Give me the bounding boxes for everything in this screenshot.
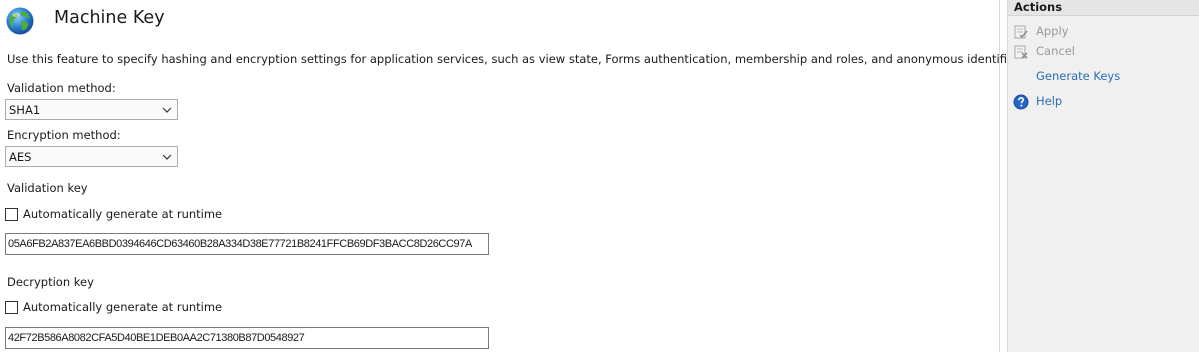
pane-divider[interactable] [999, 0, 1000, 352]
checkbox-box[interactable] [5, 301, 18, 314]
generate-keys-label: Generate Keys [1036, 69, 1121, 83]
decryption-key-auto-generate-label: Automatically generate at runtime [23, 300, 223, 314]
decryption-key-value: 42F72B586A8082CFA5D40BE1DEB0AA2C71380B87… [8, 332, 305, 344]
cancel-label: Cancel [1036, 44, 1075, 58]
help-label: Help [1036, 94, 1063, 108]
validation-method-value: SHA1 [9, 103, 41, 117]
validation-method-label: Validation method: [7, 81, 116, 95]
feature-description: Use this feature to specify hashing and … [7, 52, 1046, 66]
actions-header: Actions [1008, 0, 1199, 16]
apply-label: Apply [1036, 24, 1069, 38]
cancel-icon [1014, 45, 1028, 59]
validation-key-label: Validation key [7, 181, 88, 195]
actions-title: Actions [1014, 0, 1063, 14]
cancel-action[interactable]: Cancel [1008, 42, 1199, 62]
encryption-method-label: Encryption method: [7, 128, 121, 142]
help-action[interactable]: Help [1008, 92, 1199, 112]
globe-icon [6, 7, 34, 35]
validation-method-select[interactable]: SHA1 [5, 99, 178, 120]
validation-key-auto-generate-label: Automatically generate at runtime [23, 207, 223, 221]
decryption-key-label: Decryption key [7, 275, 94, 289]
page-title: Machine Key [54, 8, 165, 28]
main-pane: Machine Key Use this feature to specify … [0, 0, 1046, 352]
help-icon [1013, 94, 1029, 110]
actions-pane: Actions Apply Cancel Generate Keys Help [1007, 0, 1199, 352]
encryption-method-value: AES [9, 150, 32, 164]
encryption-method-select[interactable]: AES [5, 146, 178, 167]
decryption-key-input[interactable]: 42F72B586A8082CFA5D40BE1DEB0AA2C71380B87… [5, 327, 489, 349]
validation-key-input[interactable]: 05A6FB2A837EA6BBD0394646CD63460B28A334D3… [5, 233, 489, 255]
chevron-down-icon [162, 154, 172, 160]
apply-action[interactable]: Apply [1008, 22, 1199, 42]
checkbox-box[interactable] [5, 208, 18, 221]
validation-key-value: 05A6FB2A837EA6BBD0394646CD63460B28A334D3… [8, 238, 472, 250]
generate-keys-action[interactable]: Generate Keys [1008, 67, 1199, 87]
apply-icon [1014, 25, 1028, 39]
chevron-down-icon [162, 107, 172, 113]
